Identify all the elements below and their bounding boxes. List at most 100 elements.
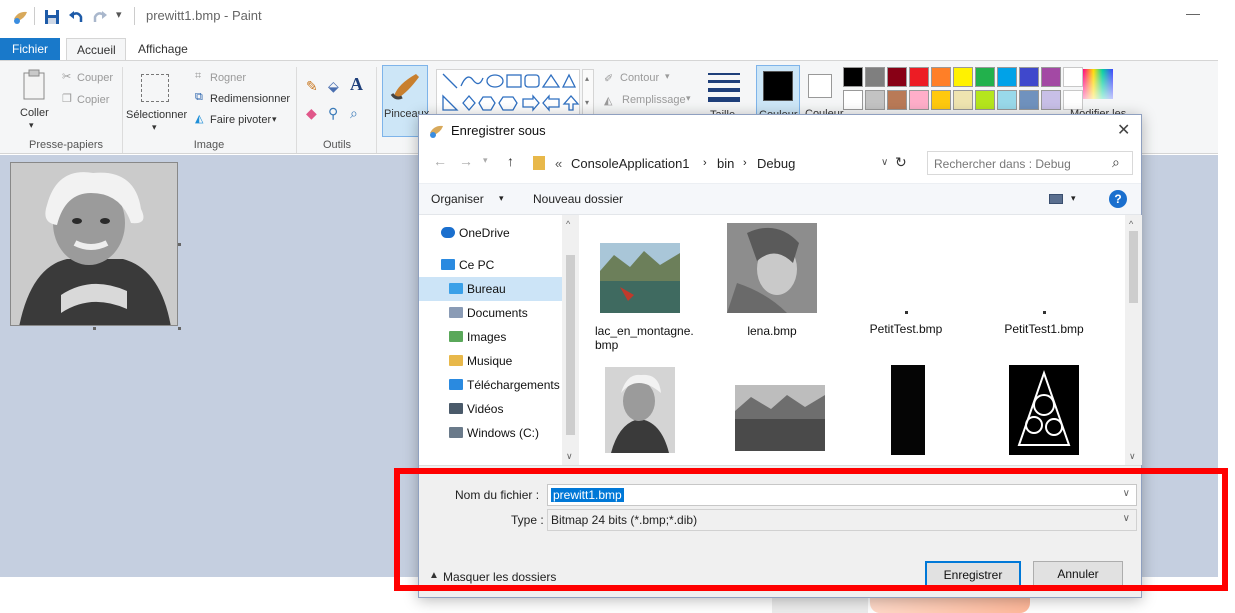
back-arrow-icon[interactable]: ← (433, 153, 447, 169)
outline-button[interactable]: Contour (620, 72, 659, 84)
nav-item-t-l-chargements[interactable]: Téléchargements (419, 373, 579, 397)
paste-icon[interactable] (22, 69, 46, 101)
resize-handle[interactable] (178, 327, 181, 330)
search-input[interactable]: Rechercher dans : Debug ⌕ (927, 151, 1133, 175)
palette-swatch[interactable] (909, 67, 929, 87)
palette-swatch[interactable] (1019, 67, 1039, 87)
address-bar[interactable]: « ConsoleApplication1 › bin › Debug ∨ ↻ (531, 151, 909, 175)
palette-swatch[interactable] (843, 67, 863, 87)
color-picker-icon[interactable]: ⚲ (328, 105, 338, 122)
eraser-icon[interactable]: ◆ (306, 105, 317, 122)
breadcrumb-debug[interactable]: Debug (757, 156, 795, 171)
view-dropdown-icon[interactable]: ▾ (1071, 193, 1076, 204)
breadcrumb-overflow[interactable]: « (555, 156, 562, 171)
file-item[interactable]: PetitTest1.bmp (989, 311, 1099, 336)
file-item[interactable] (891, 365, 927, 455)
crop-button[interactable]: Rogner (210, 72, 246, 84)
rotate-button[interactable]: Faire pivoter (210, 114, 271, 126)
customize-qa-icon[interactable]: ▾ (116, 8, 122, 21)
palette-swatch[interactable] (887, 67, 907, 87)
save-icon[interactable] (44, 9, 60, 25)
nav-item-onedrive[interactable]: OneDrive (419, 221, 579, 245)
pencil-icon[interactable]: ✎ (306, 78, 318, 95)
minimize-button[interactable] (1186, 14, 1200, 15)
file-item[interactable]: PetitTest.bmp (851, 311, 961, 336)
new-folder-button[interactable]: Nouveau dossier (533, 192, 623, 206)
palette-swatch[interactable] (887, 90, 907, 110)
nav-scroll-up-icon[interactable]: ^ (566, 219, 570, 229)
search-icon[interactable]: ⌕ (1112, 154, 1120, 171)
palette-swatch[interactable] (931, 90, 951, 110)
fill-shape-button[interactable]: Remplissage (622, 94, 686, 106)
select-button[interactable]: Sélectionner (126, 109, 187, 121)
tab-view[interactable]: Affichage (128, 38, 198, 60)
breadcrumb-consoleapplication1[interactable]: ConsoleApplication1 (571, 156, 690, 171)
palette-swatch[interactable] (1041, 90, 1061, 110)
breadcrumb-bin[interactable]: bin (717, 156, 734, 171)
nav-item-images[interactable]: Images (419, 325, 579, 349)
breadcrumb-chevron-icon[interactable]: › (703, 157, 707, 169)
file-scroll-up-icon[interactable]: ^ (1129, 219, 1133, 229)
nav-scroll-thumb[interactable] (566, 255, 575, 435)
file-item[interactable] (1009, 365, 1079, 458)
magnifier-icon[interactable]: ⌕ (350, 105, 358, 122)
resize-button[interactable]: Redimensionner (210, 93, 290, 105)
fill-shape-dropdown-icon[interactable]: ▾ (686, 93, 691, 104)
cut-button[interactable]: Couper (77, 72, 113, 84)
nav-item-ce-pc[interactable]: Ce PC (419, 253, 579, 277)
dialog-close-icon[interactable]: ✕ (1117, 120, 1130, 140)
palette-swatch[interactable] (975, 90, 995, 110)
palette-swatch[interactable] (865, 67, 885, 87)
nav-scroll-down-icon[interactable]: ∨ (566, 451, 573, 462)
file-item[interactable] (605, 367, 675, 456)
view-options-icon[interactable] (1049, 194, 1063, 204)
file-item[interactable] (735, 385, 825, 454)
file-item[interactable]: lac_en_montagne. bmp (585, 243, 695, 352)
shapes-gallery[interactable] (436, 69, 580, 115)
file-scroll-down-icon[interactable]: ∨ (1129, 451, 1136, 462)
palette-swatch[interactable] (975, 67, 995, 87)
nav-item-musique[interactable]: Musique (419, 349, 579, 373)
nav-item-vid-os[interactable]: Vidéos (419, 397, 579, 421)
palette-swatch[interactable] (997, 90, 1017, 110)
select-icon[interactable] (141, 74, 169, 102)
fill-icon[interactable]: ⬙ (328, 78, 339, 95)
undo-icon[interactable] (68, 9, 84, 25)
address-dropdown-icon[interactable]: ∨ (881, 157, 888, 168)
breadcrumb-chevron-icon[interactable]: › (743, 157, 747, 169)
palette-swatch-empty[interactable] (1063, 67, 1083, 87)
palette-swatch[interactable] (1041, 67, 1061, 87)
nav-item-windows-c[interactable]: Windows (C:) (419, 421, 579, 445)
outline-dropdown-icon[interactable]: ▾ (665, 71, 670, 82)
palette-swatch[interactable] (1019, 90, 1039, 110)
refresh-icon[interactable]: ↻ (895, 154, 907, 171)
redo-icon[interactable] (92, 9, 108, 25)
canvas-image[interactable] (10, 162, 178, 326)
palette-swatch[interactable] (953, 90, 973, 110)
palette-swatch[interactable] (865, 90, 885, 110)
shapes-scroll-down-icon[interactable]: ▾ (585, 98, 589, 107)
up-arrow-icon[interactable]: ↑ (507, 153, 514, 169)
copy-button[interactable]: Copier (77, 94, 109, 106)
palette-swatch[interactable] (931, 67, 951, 87)
nav-item-documents[interactable]: Documents (419, 301, 579, 325)
palette-swatch[interactable] (997, 67, 1017, 87)
organize-button[interactable]: Organiser (431, 192, 484, 206)
tab-file[interactable]: Fichier (0, 38, 60, 60)
palette-swatch[interactable] (843, 90, 863, 110)
paste-dropdown-icon[interactable]: ▾ (29, 120, 34, 131)
organize-dropdown-icon[interactable]: ▾ (499, 193, 504, 204)
palette-swatch[interactable] (909, 90, 929, 110)
help-icon[interactable]: ? (1109, 190, 1127, 208)
select-dropdown-icon[interactable]: ▾ (152, 122, 157, 133)
palette-swatch-empty[interactable] (1063, 90, 1083, 110)
resize-handle[interactable] (178, 243, 181, 246)
forward-arrow-icon[interactable]: → (459, 153, 473, 169)
recent-locations-icon[interactable]: ▾ (483, 155, 488, 166)
paste-button[interactable]: Coller (20, 107, 49, 119)
file-scroll-thumb[interactable] (1129, 231, 1138, 303)
edit-colors-icon[interactable] (1083, 69, 1113, 99)
shapes-scroll[interactable]: ▴ ▾ (582, 69, 594, 115)
palette-swatch[interactable] (953, 67, 973, 87)
rotate-dropdown-icon[interactable]: ▾ (272, 114, 277, 125)
